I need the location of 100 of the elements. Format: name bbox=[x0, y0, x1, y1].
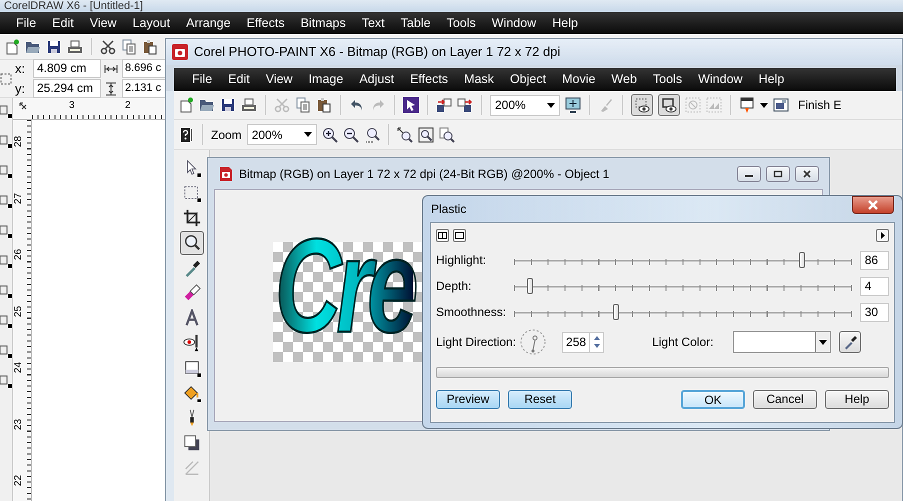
paste-icon[interactable] bbox=[142, 38, 158, 54]
menu-item[interactable]: File bbox=[184, 70, 220, 89]
value-field[interactable]: 4 bbox=[860, 276, 889, 296]
menu-item[interactable]: File bbox=[8, 14, 44, 32]
menu-item[interactable]: Arrange bbox=[178, 14, 239, 32]
slider-track[interactable] bbox=[514, 277, 852, 295]
cut-icon[interactable] bbox=[100, 38, 116, 54]
menu-item[interactable]: Window bbox=[484, 14, 544, 32]
finish-label[interactable]: Finish E bbox=[798, 96, 842, 114]
new-document-icon[interactable] bbox=[4, 38, 20, 54]
menu-item[interactable]: Edit bbox=[44, 14, 82, 32]
zoom-field[interactable]: 200% bbox=[246, 124, 317, 145]
zoom-actual-icon[interactable] bbox=[364, 126, 380, 142]
menu-item[interactable]: Adjust bbox=[351, 70, 402, 89]
help-icon[interactable] bbox=[178, 126, 194, 142]
zoom-in-icon[interactable] bbox=[322, 126, 338, 142]
save-icon[interactable] bbox=[46, 38, 62, 54]
slider-thumb[interactable] bbox=[526, 278, 533, 294]
menu-item[interactable]: Mask bbox=[456, 70, 502, 89]
tool-icon[interactable] bbox=[0, 254, 12, 268]
menu-item[interactable]: Effects bbox=[238, 14, 293, 32]
menu-item[interactable]: Object bbox=[502, 70, 554, 89]
size-field[interactable]: 2.131 c bbox=[122, 79, 168, 98]
menu-arrow-button[interactable] bbox=[876, 228, 889, 242]
zoom-out-icon[interactable] bbox=[342, 126, 359, 142]
tool-icon[interactable] bbox=[0, 374, 12, 388]
slider-thumb[interactable] bbox=[799, 252, 806, 268]
window-title: CorelDRAW X6 - [Untitled-1] bbox=[0, 0, 903, 12]
direction-spinbox[interactable]: 258 bbox=[562, 332, 604, 352]
tool-icon[interactable] bbox=[0, 344, 12, 358]
zoom-page-icon[interactable] bbox=[438, 126, 455, 142]
menu-item[interactable]: View bbox=[82, 14, 125, 32]
menu-item[interactable]: Tools bbox=[438, 14, 484, 32]
tool-icon[interactable] bbox=[0, 164, 12, 178]
direction-dial-icon[interactable] bbox=[520, 329, 546, 355]
menu-item[interactable]: Movie bbox=[554, 70, 604, 89]
zoom-fit-icon[interactable] bbox=[418, 126, 434, 142]
width-icon[interactable] bbox=[104, 62, 118, 74]
full-screen-icon[interactable] bbox=[565, 97, 581, 113]
dialog-button[interactable]: OK bbox=[681, 390, 745, 409]
size-field[interactable]: 8.696 c bbox=[122, 59, 168, 78]
menu-item[interactable]: View bbox=[258, 70, 301, 89]
dual-view-button[interactable] bbox=[436, 228, 449, 242]
menu-item[interactable]: Edit bbox=[220, 70, 258, 89]
image-icon[interactable] bbox=[773, 97, 789, 113]
copy-icon[interactable] bbox=[121, 38, 137, 54]
menu-item[interactable]: Tools bbox=[644, 70, 690, 89]
tool-icon[interactable] bbox=[0, 224, 12, 238]
close-button[interactable] bbox=[852, 196, 894, 214]
dialog-button[interactable]: Help bbox=[825, 390, 889, 409]
close-button[interactable] bbox=[795, 166, 819, 182]
node-icon[interactable] bbox=[0, 72, 12, 84]
minimize-button[interactable] bbox=[737, 166, 761, 182]
slider-thumb[interactable] bbox=[613, 304, 620, 320]
color-dropdown[interactable] bbox=[733, 331, 832, 353]
paste-icon[interactable] bbox=[316, 97, 332, 113]
menu-item[interactable]: Help bbox=[544, 14, 586, 32]
tool-icon[interactable] bbox=[0, 104, 12, 118]
menu-item[interactable]: Image bbox=[300, 70, 352, 89]
dialog-button[interactable]: Preview bbox=[436, 390, 500, 409]
coordinate-field[interactable]: 4.809 cm bbox=[33, 58, 101, 78]
app-logo-icon[interactable] bbox=[172, 44, 188, 60]
save-icon[interactable] bbox=[220, 97, 236, 113]
menu-item[interactable]: Table bbox=[392, 14, 439, 32]
slider-track[interactable] bbox=[514, 251, 852, 269]
tool-icon[interactable] bbox=[0, 194, 12, 208]
slider-track[interactable] bbox=[514, 303, 852, 321]
export-icon[interactable] bbox=[457, 97, 473, 113]
zoom-combo[interactable]: 200% bbox=[490, 94, 560, 116]
copy-icon[interactable] bbox=[295, 97, 311, 113]
dialog-button[interactable]: Reset bbox=[508, 390, 572, 409]
menu-item[interactable]: Text bbox=[354, 14, 393, 32]
open-icon[interactable] bbox=[199, 97, 215, 113]
menu-item[interactable]: Layout bbox=[124, 14, 178, 32]
color-icon[interactable] bbox=[739, 97, 755, 113]
import-icon[interactable] bbox=[436, 97, 452, 113]
menu-item[interactable]: Web bbox=[603, 70, 645, 89]
value-field[interactable]: 86 bbox=[860, 250, 889, 270]
tool-icon[interactable] bbox=[0, 284, 12, 298]
caret-icon[interactable] bbox=[760, 102, 768, 108]
document-icon[interactable] bbox=[218, 166, 234, 182]
dialog-button[interactable]: Cancel bbox=[753, 390, 817, 409]
close-icon bbox=[802, 170, 812, 178]
maximize-button[interactable] bbox=[766, 166, 790, 182]
print-icon[interactable] bbox=[67, 38, 83, 54]
menu-item[interactable]: Effects bbox=[402, 70, 456, 89]
zoom-icon[interactable] bbox=[396, 126, 413, 142]
menu-item[interactable]: Bitmaps bbox=[292, 14, 354, 32]
eyedropper-button[interactable] bbox=[839, 331, 862, 353]
tool-icon[interactable] bbox=[0, 314, 12, 328]
tool-icon[interactable] bbox=[0, 134, 12, 148]
value-field[interactable]: 30 bbox=[860, 302, 889, 322]
height-icon[interactable] bbox=[104, 82, 118, 96]
new-document-icon[interactable] bbox=[178, 97, 194, 113]
print-icon[interactable] bbox=[241, 97, 257, 113]
menu-item[interactable]: Help bbox=[750, 70, 792, 89]
coordinate-field[interactable]: 25.294 cm bbox=[33, 79, 101, 98]
single-view-button[interactable] bbox=[453, 228, 466, 242]
menu-item[interactable]: Window bbox=[690, 70, 751, 89]
cursor-icon[interactable] bbox=[403, 97, 419, 113]
